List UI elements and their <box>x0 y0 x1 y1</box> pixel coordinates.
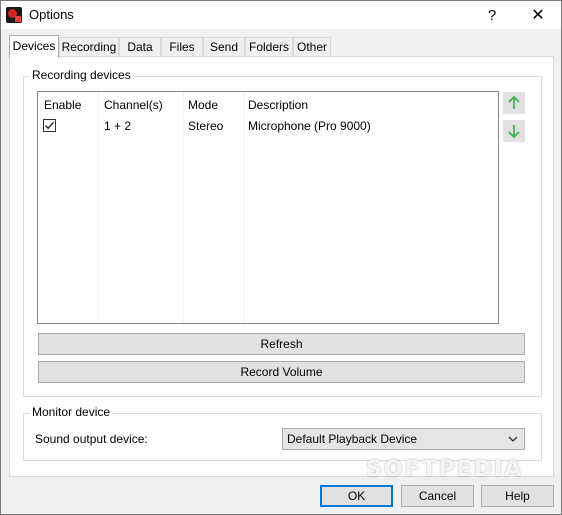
refresh-button[interactable]: Refresh <box>38 333 525 355</box>
column-divider <box>243 92 244 323</box>
row-channels: 1 + 2 <box>104 119 132 133</box>
record-volume-button[interactable]: Record Volume <box>38 361 525 383</box>
sound-output-label: Sound output device: <box>35 432 148 446</box>
tab-send[interactable]: Send <box>203 37 245 57</box>
move-down-button[interactable] <box>503 120 525 142</box>
enable-checkbox[interactable] <box>43 119 56 132</box>
monitor-device-label: Monitor device <box>30 405 113 419</box>
column-header-mode[interactable]: Mode <box>188 98 218 112</box>
tab-other[interactable]: Other <box>293 37 331 57</box>
column-header-channels[interactable]: Channel(s) <box>104 98 163 112</box>
devices-tab-panel: Recording devices Enable Channel(s) Mode… <box>9 56 554 477</box>
tab-files[interactable]: Files <box>161 37 203 57</box>
row-description: Microphone (Pro 9000) <box>248 119 371 133</box>
help-button[interactable]: Help <box>481 485 554 507</box>
tab-folders[interactable]: Folders <box>245 37 293 57</box>
sound-output-select[interactable]: Default Playback Device <box>282 428 525 450</box>
move-up-button[interactable] <box>503 92 525 114</box>
checkmark-icon <box>45 121 55 130</box>
chevron-down-icon <box>508 436 518 442</box>
arrow-down-icon <box>508 125 520 138</box>
column-divider <box>183 92 184 323</box>
column-divider <box>98 92 99 323</box>
arrow-up-icon <box>508 96 520 109</box>
title-help-button[interactable]: ? <box>469 1 515 29</box>
recording-devices-list[interactable]: Enable Channel(s) Mode Description 1 + 2… <box>37 91 499 324</box>
row-mode: Stereo <box>188 119 224 133</box>
tab-data[interactable]: Data <box>119 37 161 57</box>
title-bar: Options ? ✕ <box>1 1 561 29</box>
sound-output-value: Default Playback Device <box>287 432 418 446</box>
watermark: SOFTPEDIA <box>366 457 524 482</box>
window-title: Options <box>29 7 74 22</box>
ok-button[interactable]: OK <box>320 485 393 507</box>
cancel-button[interactable]: Cancel <box>401 485 474 507</box>
column-header-description[interactable]: Description <box>248 98 308 112</box>
tab-devices[interactable]: Devices <box>9 35 59 58</box>
column-header-enable[interactable]: Enable <box>44 98 81 112</box>
recording-devices-label: Recording devices <box>30 68 133 82</box>
tab-recording[interactable]: Recording <box>59 37 119 57</box>
app-icon <box>6 7 22 23</box>
close-button[interactable]: ✕ <box>515 1 561 29</box>
options-dialog: Options ? ✕ Devices Recording Data Files… <box>0 0 562 515</box>
